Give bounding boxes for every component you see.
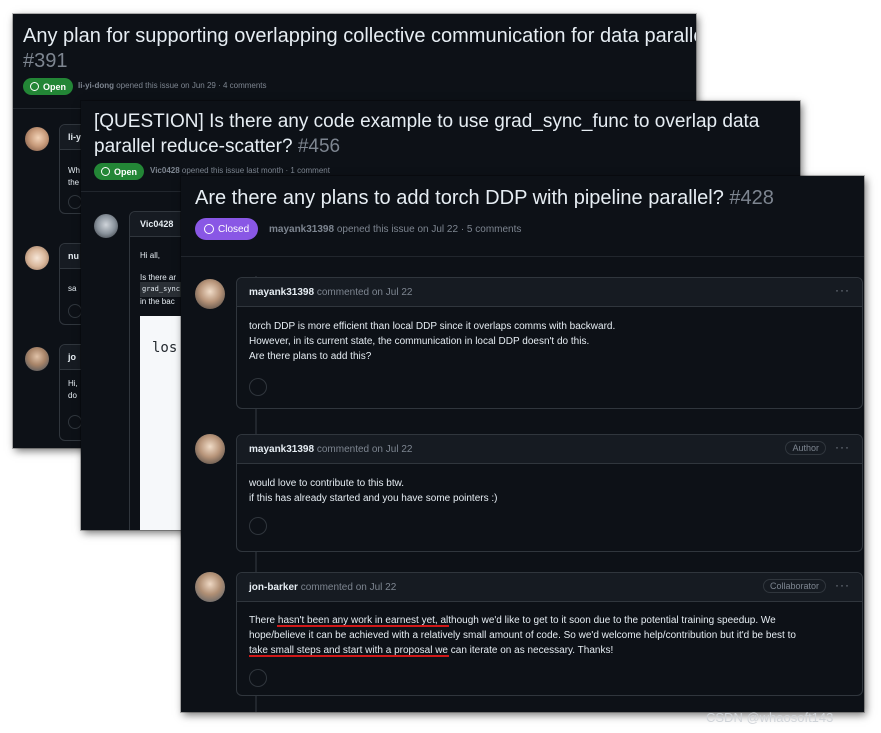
status-badge-open: Open bbox=[23, 78, 74, 95]
issue-number: #428 bbox=[729, 187, 774, 209]
smiley-icon[interactable] bbox=[68, 195, 82, 209]
open-icon bbox=[101, 167, 110, 176]
status-badge-open: Open bbox=[94, 163, 145, 180]
issue-number: #391 bbox=[23, 50, 68, 72]
issue-number: #456 bbox=[297, 136, 341, 157]
collaborator-badge: Collaborator bbox=[762, 579, 826, 593]
avatar[interactable] bbox=[25, 127, 49, 151]
check-circle-icon bbox=[204, 224, 214, 234]
comment-author[interactable]: mayank31398 bbox=[249, 444, 314, 455]
issue-title: Are there any plans to add torch DDP wit… bbox=[195, 187, 774, 209]
issue-title: Any plan for supporting overlapping coll… bbox=[23, 25, 696, 72]
smiley-icon[interactable] bbox=[68, 304, 82, 318]
issue-meta: Vic0428 opened this issue last month · 1… bbox=[150, 166, 330, 175]
issue-meta: li-yi-dong opened this issue on Jun 29 ·… bbox=[78, 81, 267, 90]
author-badge: Author bbox=[785, 441, 826, 455]
comment-author[interactable]: Vic0428 bbox=[140, 217, 173, 232]
smiley-icon[interactable] bbox=[249, 378, 267, 396]
comment-author[interactable]: mayank31398 bbox=[249, 287, 314, 298]
comment-author[interactable]: nu bbox=[68, 249, 79, 264]
avatar[interactable] bbox=[195, 279, 225, 309]
smiley-icon[interactable] bbox=[68, 415, 82, 429]
more-options-icon[interactable]: ··· bbox=[835, 440, 850, 454]
open-icon bbox=[30, 82, 39, 91]
issue-title: [QUESTION] Is there any code example to … bbox=[94, 111, 760, 157]
more-options-icon[interactable]: ··· bbox=[835, 283, 850, 297]
more-options-icon[interactable]: ··· bbox=[835, 578, 850, 592]
red-underline bbox=[249, 655, 449, 657]
avatar[interactable] bbox=[195, 572, 225, 602]
comment-author[interactable]: li-y bbox=[68, 130, 81, 145]
comment-author[interactable]: jon-barker bbox=[249, 582, 298, 593]
avatar[interactable] bbox=[195, 434, 225, 464]
status-badge-closed: Closed bbox=[195, 218, 259, 240]
comment-box: mayank31398 commented on Jul 22 Author ·… bbox=[236, 434, 863, 552]
avatar[interactable] bbox=[94, 214, 118, 238]
red-underline bbox=[277, 625, 449, 627]
comment-box: jon-barker commented on Jul 22 Collabora… bbox=[236, 572, 863, 696]
issue-meta: mayank31398 opened this issue on Jul 22 … bbox=[269, 224, 522, 235]
avatar[interactable] bbox=[25, 347, 49, 371]
smiley-icon[interactable] bbox=[249, 669, 267, 687]
issue-card-428: Are there any plans to add torch DDP wit… bbox=[181, 176, 864, 712]
avatar[interactable] bbox=[25, 246, 49, 270]
comment-box: mayank31398 commented on Jul 22 ··· torc… bbox=[236, 277, 863, 409]
watermark: CSDN @whaosoft143 bbox=[706, 710, 834, 725]
smiley-icon[interactable] bbox=[249, 517, 267, 535]
comment-author[interactable]: jo bbox=[68, 350, 76, 365]
